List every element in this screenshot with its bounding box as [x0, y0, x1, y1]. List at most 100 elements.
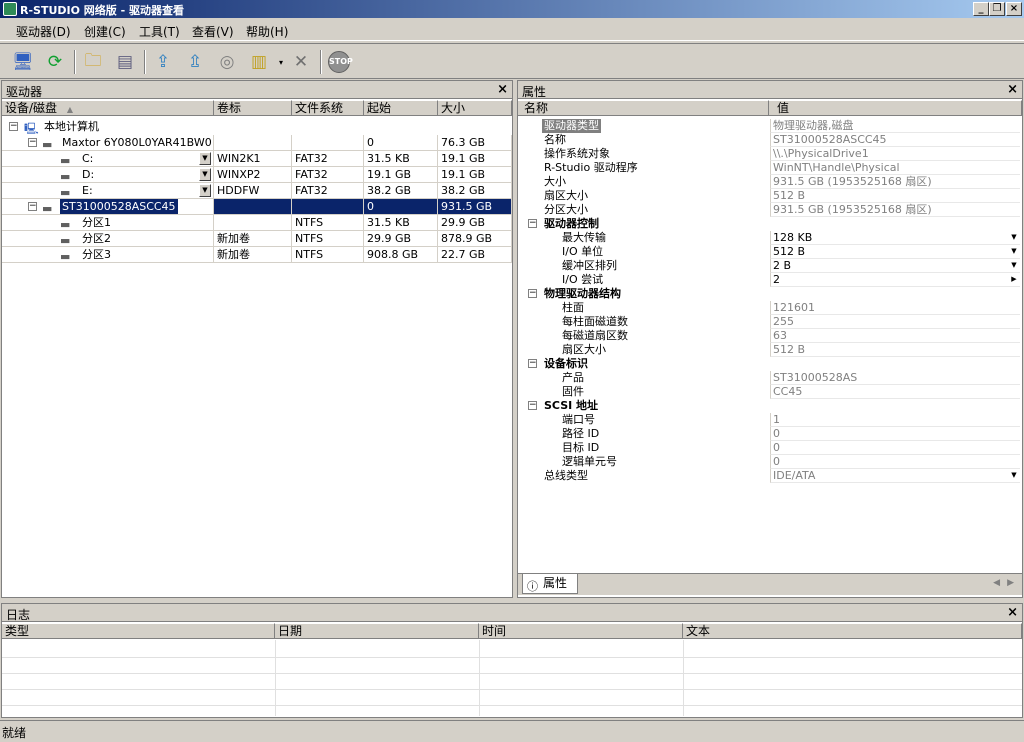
- volume-label: WINXP2: [214, 167, 292, 183]
- col-start[interactable]: 起始: [364, 100, 438, 116]
- prop-name: R-Studio 驱动程序: [544, 161, 638, 174]
- prop-row[interactable]: 最大传输 128 KB ▼: [520, 231, 1020, 245]
- prop-row[interactable]: 扇区大小 512 B: [520, 343, 1020, 357]
- prop-row[interactable]: 固件 CC45: [520, 385, 1020, 399]
- close-icon[interactable]: ×: [497, 82, 508, 97]
- col-label[interactable]: 卷标: [214, 100, 292, 116]
- prop-row[interactable]: R-Studio 驱动程序 WinNT\Handle\Physical: [520, 161, 1020, 175]
- col-log-type[interactable]: 类型: [2, 623, 275, 639]
- collapse-icon[interactable]: −: [528, 289, 537, 298]
- prop-row[interactable]: 总线类型 IDE/ATA ▼: [520, 469, 1020, 483]
- col-log-time[interactable]: 时间: [479, 623, 683, 639]
- prop-row[interactable]: I/O 单位 512 B ▼: [520, 245, 1020, 259]
- collapse-icon[interactable]: −: [528, 401, 537, 410]
- connect-icon[interactable]: 🖥: [10, 50, 36, 74]
- scroll-right-icon[interactable]: ▶: [1007, 578, 1014, 588]
- chevron-down-icon[interactable]: ▼: [1008, 469, 1020, 482]
- prop-row[interactable]: 路径 ID 0: [520, 427, 1020, 441]
- prop-value[interactable]: 2 B: [770, 259, 1020, 273]
- prop-row[interactable]: 端口号 1: [520, 413, 1020, 427]
- scan-icon[interactable]: ▤: [112, 50, 138, 74]
- toolbar-separator: [320, 50, 322, 74]
- close-icon[interactable]: ×: [1007, 605, 1018, 620]
- table-row[interactable]: ▬ 分区2 新加卷 NTFS 29.9 GB 878.9 GB: [2, 231, 512, 247]
- menu-tools[interactable]: 工具(T): [139, 23, 180, 40]
- minimize-button[interactable]: _: [973, 2, 989, 16]
- prop-row[interactable]: 扇区大小 512 B: [520, 189, 1020, 203]
- chevron-down-icon[interactable]: ▼: [199, 168, 211, 181]
- prop-group-row[interactable]: − SCSI 地址: [520, 399, 1020, 413]
- chevron-down-icon[interactable]: ▼: [199, 152, 211, 165]
- chevron-down-icon[interactable]: ▼: [1008, 231, 1020, 244]
- prop-row[interactable]: 分区大小 931.5 GB (1953525168 扇区): [520, 203, 1020, 217]
- col-log-text[interactable]: 文本: [683, 623, 1022, 639]
- col-log-date[interactable]: 日期: [275, 623, 479, 639]
- menu-help[interactable]: 帮助(H): [246, 23, 288, 40]
- prop-group-row[interactable]: − 驱动器控制: [520, 217, 1020, 231]
- stop-icon[interactable]: STOP: [326, 50, 353, 74]
- prop-row[interactable]: 每柱面磁道数 255: [520, 315, 1020, 329]
- prop-value[interactable]: 128 KB: [770, 231, 1020, 245]
- volume-label: 新加卷: [214, 231, 292, 247]
- prop-row[interactable]: 产品 ST31000528AS: [520, 371, 1020, 385]
- start-offset: 0: [364, 135, 438, 151]
- prop-row[interactable]: 大小 931.5 GB (1953525168 扇区): [520, 175, 1020, 189]
- chevron-down-icon[interactable]: ▼: [199, 184, 211, 197]
- prop-name: 分区大小: [544, 203, 588, 216]
- tab-properties[interactable]: ⓘ 属性: [522, 574, 578, 594]
- menu-view[interactable]: 查看(V): [192, 23, 234, 40]
- collapse-icon[interactable]: −: [9, 122, 18, 131]
- close-button[interactable]: ×: [1006, 2, 1022, 16]
- recover-marked-icon[interactable]: ⇫: [182, 50, 208, 74]
- prop-row[interactable]: 目标 ID 0: [520, 441, 1020, 455]
- prop-name: 每柱面磁道数: [562, 315, 628, 328]
- prop-row[interactable]: 缓冲区排列 2 B ▼: [520, 259, 1020, 273]
- chevron-right-icon[interactable]: ▶: [1008, 273, 1020, 286]
- table-row[interactable]: − ▬ ST31000528ASCC45 0 931.5 GB: [2, 199, 512, 215]
- prop-value[interactable]: 2: [770, 273, 1020, 287]
- prop-row[interactable]: 操作系统对象 \\.\PhysicalDrive1: [520, 147, 1020, 161]
- prop-value[interactable]: 512 B: [770, 245, 1020, 259]
- scroll-left-icon[interactable]: ◀: [993, 578, 1000, 588]
- table-row[interactable]: ▬ 分区1 NTFS 31.5 KB 29.9 GB: [2, 215, 512, 231]
- table-row[interactable]: ▬ 分区3 新加卷 NTFS 908.8 GB 22.7 GB: [2, 247, 512, 263]
- prop-value: 512 B: [770, 343, 1020, 357]
- menu-drive[interactable]: 驱动器(D): [16, 23, 71, 40]
- delete-icon[interactable]: ✕: [288, 50, 314, 74]
- close-icon[interactable]: ×: [1007, 82, 1018, 97]
- col-device[interactable]: 设备/磁盘 ▲: [2, 100, 214, 116]
- toolbar-separator: [74, 50, 76, 74]
- prop-row[interactable]: 逻辑单元号 0: [520, 455, 1020, 469]
- table-row[interactable]: − ▬ Maxtor 6Y080L0YAR41BW0 0 76.3 GB: [2, 135, 512, 151]
- table-row[interactable]: ▬ C: ▼ WIN2K1 FAT32 31.5 KB 19.1 GB: [2, 151, 512, 167]
- collapse-icon[interactable]: −: [528, 359, 537, 368]
- prop-group-row[interactable]: − 物理驱动器结构: [520, 287, 1020, 301]
- col-prop-value[interactable]: 值: [769, 100, 1022, 116]
- prop-value: ST31000528AS: [770, 371, 1020, 385]
- prop-row[interactable]: I/O 尝试 2 ▶: [520, 273, 1020, 287]
- col-size[interactable]: 大小: [438, 100, 512, 116]
- chevron-down-icon[interactable]: ▼: [1008, 259, 1020, 272]
- open-image-icon[interactable]: 🗀: [80, 50, 106, 74]
- create-image-icon[interactable]: ◎: [214, 50, 240, 74]
- prop-group-row[interactable]: − 设备标识: [520, 357, 1020, 371]
- table-row[interactable]: ▬ D: ▼ WINXP2 FAT32 19.1 GB 19.1 GB: [2, 167, 512, 183]
- status-text: 就绪: [2, 726, 27, 740]
- menu-create[interactable]: 创建(C): [84, 23, 126, 40]
- restore-button[interactable]: ❐: [989, 2, 1005, 16]
- collapse-icon[interactable]: −: [28, 202, 37, 211]
- refresh-icon[interactable]: ⟳: [42, 50, 68, 74]
- prop-row[interactable]: 柱面 121601: [520, 301, 1020, 315]
- col-prop-name[interactable]: 名称: [518, 100, 769, 116]
- recover-icon[interactable]: ⇪: [150, 50, 176, 74]
- chevron-down-icon[interactable]: ▼: [1008, 245, 1020, 258]
- collapse-icon[interactable]: −: [28, 138, 37, 147]
- prop-row[interactable]: 驱动器类型 物理驱动器,磁盘: [520, 119, 1020, 133]
- table-row[interactable]: ▬ E: ▼ HDDFW FAT32 38.2 GB 38.2 GB: [2, 183, 512, 199]
- prop-row[interactable]: 每磁道扇区数 63: [520, 329, 1020, 343]
- collapse-icon[interactable]: −: [528, 219, 537, 228]
- col-fs[interactable]: 文件系统: [292, 100, 364, 116]
- prop-name: 每磁道扇区数: [562, 329, 628, 342]
- table-row[interactable]: − 🖳 本地计算机: [2, 119, 511, 135]
- prop-row[interactable]: 名称 ST31000528ASCC45: [520, 133, 1020, 147]
